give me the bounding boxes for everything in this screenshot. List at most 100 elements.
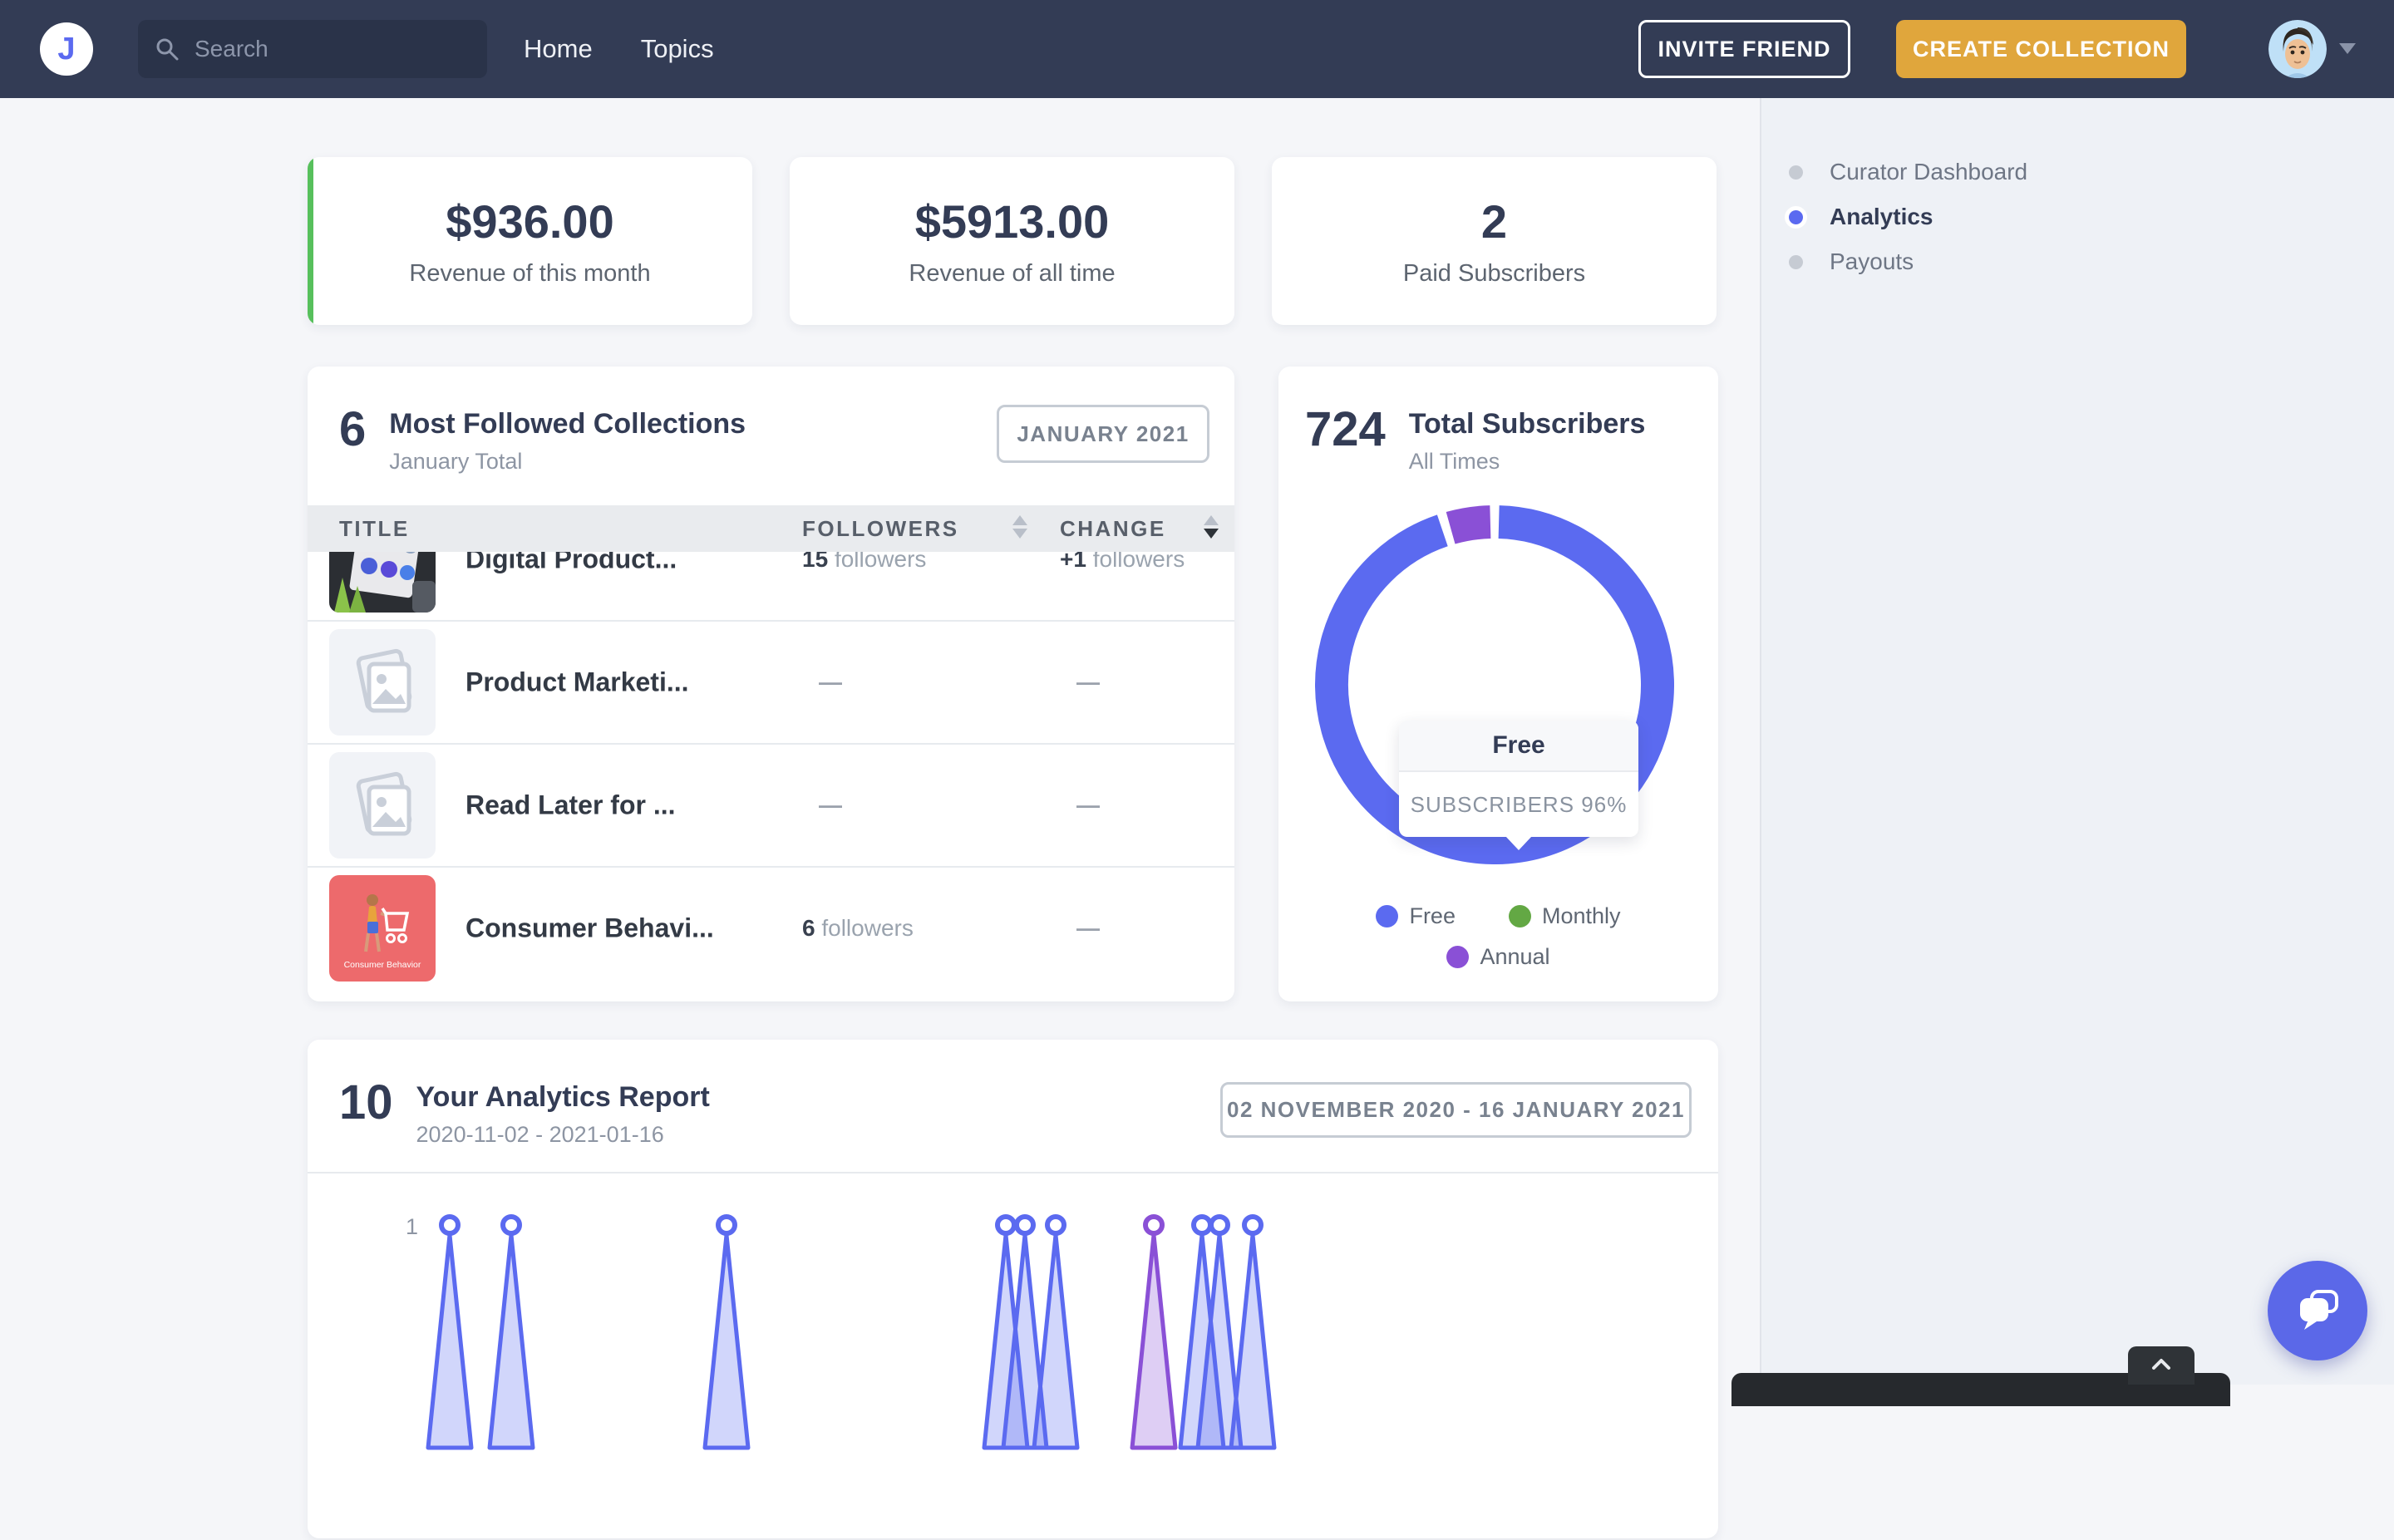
change-cell: +1 followers [1060, 552, 1185, 573]
stat-label: Revenue of this month [409, 260, 650, 288]
collections-table-header: TITLE FOLLOWERS CHANGE [308, 505, 1234, 552]
analytics-subtitle: 2020-11-02 - 2021-01-16 [416, 1122, 710, 1148]
thumb-caption: Consumer Behavior [344, 960, 421, 970]
y-axis-tick: 1 [406, 1214, 418, 1239]
data-point-marker [718, 1217, 735, 1233]
data-spike [428, 1235, 471, 1448]
sidebar-item-analytics[interactable]: Analytics [1789, 194, 2027, 239]
sidebar-item-label: Analytics [1830, 204, 1933, 230]
stat-label: Revenue of all time [909, 260, 1115, 288]
stat-card-revenue-alltime: $5913.00 Revenue of all time [790, 157, 1234, 325]
most-followed-collections-card: 6 Most Followed Collections January Tota… [308, 367, 1234, 1001]
collection-thumbnail-photo [329, 552, 436, 613]
subscribers-card-header: 724 Total Subscribers All Times [1278, 367, 1718, 475]
followers-cell: 6 followers [802, 915, 914, 942]
data-point-marker [1211, 1217, 1228, 1233]
table-row-consumer-behavior[interactable]: Consumer Behavior Consumer Behavi... 6 f… [308, 868, 1234, 989]
chat-launcher-button[interactable] [2268, 1261, 2367, 1360]
collections-table-body: Digital Product... 15 followers +1 follo… [308, 552, 1234, 1001]
data-spike [490, 1235, 533, 1448]
table-row-digital-product[interactable]: Digital Product... 15 followers +1 follo… [308, 552, 1234, 622]
sidebar-item-label: Payouts [1830, 248, 1914, 275]
sidebar-item-payouts[interactable]: Payouts [1789, 239, 2027, 284]
chevron-up-icon [2149, 1356, 2174, 1371]
right-sidebar [1760, 98, 2394, 1385]
sort-change-desc-icon[interactable] [1204, 515, 1219, 539]
sidebar-nav: Curator Dashboard Analytics Payouts [1789, 150, 2027, 284]
collection-title: Product Marketi... [466, 667, 689, 698]
stat-label: Paid Subscribers [1403, 260, 1585, 288]
search-box[interactable] [138, 20, 487, 78]
invite-friend-button[interactable]: INVITE FRIEND [1638, 20, 1850, 78]
change-cell: — [1076, 915, 1098, 942]
stat-value: $936.00 [446, 194, 613, 248]
app-logo[interactable]: J [40, 22, 93, 76]
data-point-marker [1047, 1217, 1064, 1233]
followers-cell: — [819, 792, 840, 819]
collection-thumbnail-consumer: Consumer Behavior [329, 875, 436, 982]
logo-letter: J [57, 32, 75, 67]
collections-subtitle: January Total [389, 449, 746, 475]
data-point-marker [1244, 1217, 1261, 1233]
green-accent-bar [308, 157, 313, 325]
collection-title: Digital Product... [466, 552, 677, 575]
stat-value: 2 [1481, 194, 1507, 248]
nav-link-home[interactable]: Home [524, 34, 593, 64]
stat-value: $5913.00 [915, 194, 1110, 248]
subscribers-subtitle: All Times [1409, 449, 1646, 475]
column-header-title[interactable]: TITLE [339, 505, 410, 552]
placeholder-image-icon [329, 752, 436, 859]
analytics-count: 10 [339, 1078, 393, 1129]
profile-caret-icon[interactable] [2339, 43, 2356, 54]
data-spike [1034, 1235, 1077, 1448]
scroll-to-top-button[interactable] [2128, 1346, 2194, 1385]
sidebar-item-curator-dashboard[interactable]: Curator Dashboard [1789, 150, 2027, 194]
legend-item-monthly[interactable]: Monthly [1509, 903, 1621, 929]
collection-title: Read Later for ... [466, 790, 676, 821]
search-icon [155, 37, 180, 62]
search-input[interactable] [193, 35, 462, 63]
table-row-product-marketing[interactable]: Product Marketi... — — [308, 622, 1234, 745]
month-filter-button[interactable]: JANUARY 2021 [997, 405, 1209, 463]
date-range-button[interactable]: 02 NOVEMBER 2020 - 16 JANUARY 2021 [1220, 1082, 1692, 1138]
table-row-read-later[interactable]: Read Later for ... — — [308, 745, 1234, 868]
data-point-marker [1145, 1217, 1162, 1233]
data-point-marker [1017, 1217, 1033, 1233]
stat-card-revenue-month: $936.00 Revenue of this month [308, 157, 752, 325]
create-collection-button[interactable]: CREATE COLLECTION [1896, 20, 2186, 78]
legend-dot-annual [1446, 946, 1469, 968]
tooltip-arrow [1505, 836, 1532, 850]
placeholder-image-icon [329, 629, 436, 736]
data-point-marker [503, 1217, 520, 1233]
nav-links: Home Topics [524, 0, 714, 98]
change-cell: — [1076, 792, 1098, 819]
legend-item-annual[interactable]: Annual [1446, 944, 1549, 970]
analytics-title: Your Analytics Report [416, 1081, 710, 1114]
legend-item-free[interactable]: Free [1376, 903, 1456, 929]
bullet-dot-icon [1789, 255, 1803, 269]
bullet-dot-icon [1789, 165, 1803, 180]
donut-segment-annual [1451, 522, 1490, 528]
data-point-marker [998, 1217, 1014, 1233]
tooltip-title: Free [1399, 721, 1638, 772]
sidebar-item-label: Curator Dashboard [1830, 159, 2027, 185]
donut-tooltip: Free SUBSCRIBERS 96% [1399, 721, 1638, 837]
column-header-change[interactable]: CHANGE [1060, 505, 1166, 552]
bullet-dot-active-icon [1789, 210, 1803, 224]
subscribers-count: 724 [1305, 405, 1386, 455]
data-point-marker [1194, 1217, 1210, 1233]
analytics-spike-chart[interactable]: 1 [308, 1173, 1718, 1540]
column-header-followers[interactable]: FOLLOWERS [802, 505, 959, 552]
change-cell: — [1076, 669, 1098, 696]
collections-count: 6 [339, 405, 366, 455]
collections-title: Most Followed Collections [389, 408, 746, 440]
legend-dot-free [1376, 905, 1398, 927]
data-point-marker [441, 1217, 458, 1233]
top-navbar: J Home Topics INVITE FRIEND CREATE COLLE… [0, 0, 2394, 98]
followers-cell: — [819, 669, 840, 696]
sort-followers-icon[interactable] [1012, 515, 1027, 539]
nav-link-topics[interactable]: Topics [641, 34, 714, 64]
stat-card-paid-subscribers: 2 Paid Subscribers [1272, 157, 1717, 325]
profile-avatar[interactable] [2268, 20, 2327, 78]
avatar-image [2268, 20, 2327, 78]
